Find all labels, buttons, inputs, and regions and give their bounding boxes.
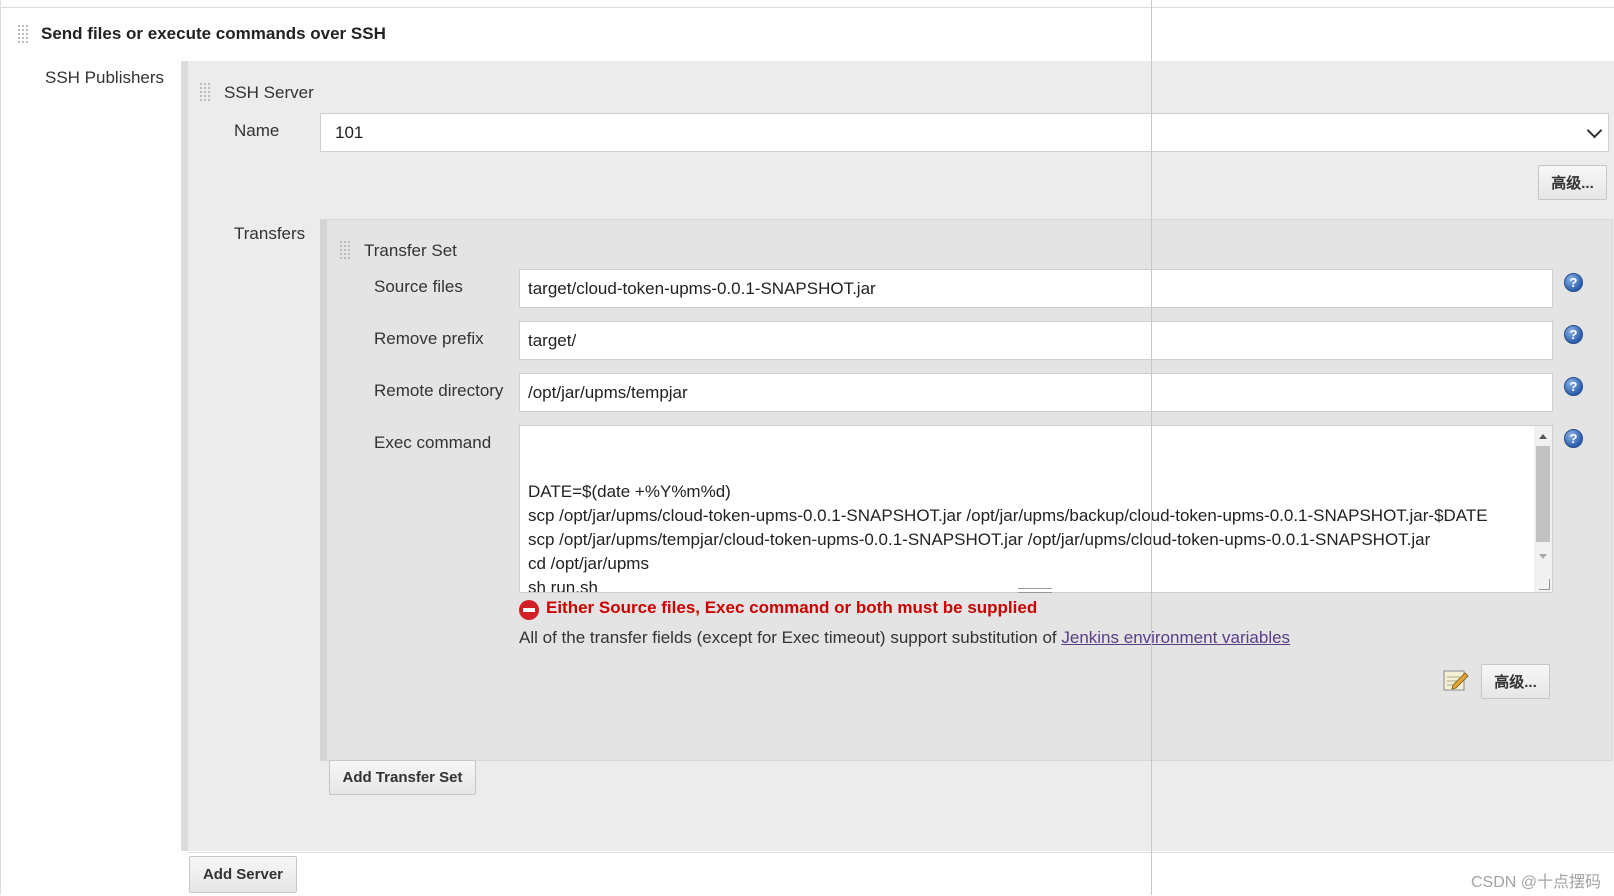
source-files-value: target/cloud-token-upms-0.0.1-SNAPSHOT.j…	[528, 278, 876, 298]
scroll-up-icon[interactable]	[1539, 434, 1547, 439]
drag-handle-icon[interactable]	[339, 240, 351, 260]
textarea-scrollbar[interactable]	[1534, 426, 1552, 592]
help-icon[interactable]: ?	[1564, 377, 1583, 396]
info-prefix: All of the transfer fields (except for E…	[519, 628, 1062, 647]
section-title: Send files or execute commands over SSH	[41, 24, 386, 43]
name-label: Name	[234, 121, 280, 140]
server-name-value: 101	[335, 122, 364, 142]
exec-command-label: Exec command	[374, 433, 492, 452]
error-icon	[519, 600, 539, 620]
remove-prefix-value: target/	[528, 330, 577, 350]
help-glyph: ?	[1569, 379, 1578, 394]
help-glyph: ?	[1569, 275, 1578, 290]
remote-directory-value: /opt/jar/upms/tempjar	[528, 382, 688, 402]
ssh-server-title: SSH Server	[224, 83, 314, 102]
ssh-publishers-label: SSH Publishers	[45, 68, 165, 87]
drag-handle-icon[interactable]	[199, 82, 211, 102]
scroll-down-icon[interactable]	[1539, 554, 1547, 559]
remote-directory-label: Remote directory	[374, 381, 504, 400]
add-server-button[interactable]: Add Server	[189, 856, 297, 893]
textarea-resize-handle[interactable]	[1018, 588, 1052, 593]
top-border	[0, 7, 1614, 8]
info-text: All of the transfer fields (except for E…	[519, 628, 1290, 648]
help-icon[interactable]: ?	[1564, 273, 1583, 292]
drag-handle-icon[interactable]	[17, 24, 29, 44]
transfers-label: Transfers	[234, 224, 306, 243]
remote-directory-input[interactable]: /opt/jar/upms/tempjar	[519, 373, 1553, 412]
server-name-select[interactable]: 101	[320, 113, 1609, 152]
left-border	[0, 0, 1, 895]
scroll-thumb[interactable]	[1536, 446, 1550, 542]
jenkins-env-vars-link[interactable]: Jenkins environment variables	[1061, 628, 1290, 647]
source-files-label: Source files	[374, 277, 463, 296]
chevron-down-icon	[1586, 122, 1603, 139]
help-icon[interactable]: ?	[1564, 429, 1583, 448]
add-transfer-set-button[interactable]: Add Transfer Set	[329, 760, 476, 795]
source-files-input[interactable]: target/cloud-token-upms-0.0.1-SNAPSHOT.j…	[519, 269, 1553, 308]
help-glyph: ?	[1569, 327, 1578, 342]
ssh-server-advanced-button[interactable]: 高级...	[1538, 165, 1607, 200]
help-icon[interactable]: ?	[1564, 325, 1583, 344]
exec-command-textarea[interactable]: DATE=$(date +%Y%m%d) scp /opt/jar/upms/c…	[519, 425, 1553, 593]
exec-command-value: DATE=$(date +%Y%m%d) scp /opt/jar/upms/c…	[528, 482, 1488, 593]
help-glyph: ?	[1569, 431, 1578, 446]
bottom-strip	[188, 852, 1614, 896]
resize-grip-icon[interactable]	[1539, 579, 1550, 590]
remove-prefix-input[interactable]: target/	[519, 321, 1553, 360]
error-message: Either Source files, Exec command or bot…	[546, 598, 1038, 617]
remove-prefix-label: Remove prefix	[374, 329, 484, 348]
transfer-set-advanced-button[interactable]: 高级...	[1481, 664, 1550, 699]
notepad-icon[interactable]	[1443, 668, 1469, 692]
vertical-guide-line	[1151, 0, 1152, 895]
watermark: CSDN @十点摆码	[1470, 874, 1601, 891]
transfer-set-title: Transfer Set	[364, 241, 457, 260]
